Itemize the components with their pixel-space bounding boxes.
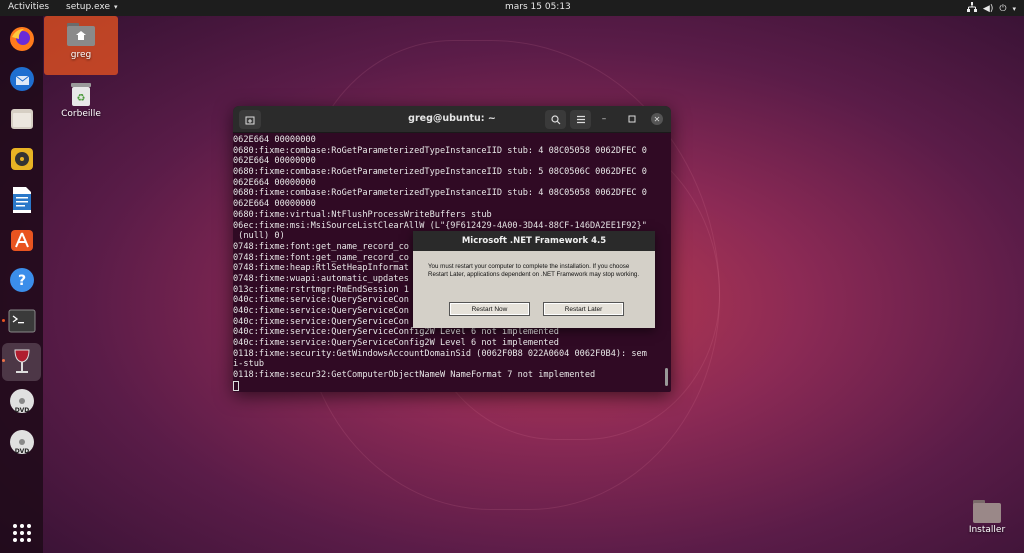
dialog-message: You must restart your computer to comple… <box>428 263 640 278</box>
wine-icon <box>13 349 30 373</box>
terminal-line: 062E664 00000000 <box>233 177 316 188</box>
terminal-cursor <box>233 380 239 391</box>
restart-later-button[interactable]: Restart Later <box>543 302 624 316</box>
app-menu[interactable]: setup.exe ▾ <box>66 2 118 12</box>
top-bar: Activities setup.exe ▾ mars 15 05:13 ◀) … <box>0 0 1024 16</box>
terminal-line: 06ec:fixme:msi:MsiSourceListClearAllW (L… <box>233 220 647 231</box>
writer-icon <box>13 187 31 213</box>
terminal-line: 0680:fixme:combase:RoGetParameterizedTyp… <box>233 145 647 156</box>
search-button[interactable] <box>545 110 566 129</box>
desktop-label-trash: Corbeille <box>61 109 101 119</box>
svg-text:?: ? <box>18 273 26 289</box>
writer-launcher[interactable] <box>6 184 38 216</box>
dvd-icon: DVD <box>10 389 34 414</box>
help-icon: ? <box>10 268 34 292</box>
folder-icon <box>973 500 1001 523</box>
desktop-icon-home[interactable]: greg <box>44 16 118 75</box>
software-icon <box>11 230 33 251</box>
chevron-down-icon: ▾ <box>1012 4 1016 13</box>
running-indicator <box>2 319 5 322</box>
svg-text:♻: ♻ <box>77 93 86 104</box>
terminal-icon <box>8 309 36 333</box>
menu-button[interactable] <box>570 110 591 129</box>
files-launcher[interactable] <box>6 103 38 135</box>
svg-text:DVD: DVD <box>15 448 30 455</box>
close-button[interactable]: ✕ <box>651 113 663 125</box>
terminal-line: 062E664 00000000 <box>233 199 316 210</box>
desktop-label-home: greg <box>70 50 92 60</box>
activities-button[interactable]: Activities <box>8 2 49 12</box>
terminal-line: 0680:fixme:combase:RoGetParameterizedTyp… <box>233 188 647 199</box>
terminal-scrollbar[interactable] <box>665 368 668 386</box>
dvd-launcher[interactable]: DVD <box>6 385 38 417</box>
terminal-launcher[interactable] <box>6 305 38 337</box>
terminal-line: 0680:fixme:combase:RoGetParameterizedTyp… <box>233 167 647 178</box>
software-launcher[interactable] <box>6 224 38 256</box>
volume-icon: ◀) <box>982 3 994 14</box>
terminal-line: 062E664 00000000 <box>233 156 316 167</box>
desktop-label-installer: Installer <box>968 525 1006 535</box>
help-launcher[interactable]: ? <box>6 264 38 296</box>
wine-launcher[interactable] <box>2 343 41 381</box>
app-menu-label: setup.exe <box>66 2 110 12</box>
terminal-header-bar[interactable]: greg@ubuntu: ~ – ✕ <box>233 106 671 133</box>
svg-text:DVD: DVD <box>15 407 30 414</box>
minimize-button[interactable]: – <box>598 113 610 125</box>
show-applications-button[interactable] <box>6 517 38 549</box>
search-icon <box>550 114 560 124</box>
clock[interactable]: mars 15 05:13 <box>505 2 571 12</box>
terminal-line: 040c:fixme:service:QueryServiceConfig2W … <box>233 338 559 349</box>
dotnet-restart-dialog[interactable]: Microsoft .NET Framework 4.5 You must re… <box>413 231 655 328</box>
chevron-down-icon: ▾ <box>114 3 118 11</box>
files-icon <box>11 109 33 129</box>
terminal-line: 040c:fixme:service:QueryServiceConfig2W … <box>233 327 559 338</box>
terminal-line: 062E664 00000000 <box>233 135 316 145</box>
system-tray[interactable]: ◀) ⏻ ▾ <box>966 2 1016 15</box>
minimize-icon: – <box>601 114 607 124</box>
firefox-icon <box>10 27 34 51</box>
close-icon: ✕ <box>653 114 661 124</box>
terminal-line: 0680:fixme:virtual:NtFlushProcessWriteBu… <box>233 209 492 220</box>
dvd-launcher[interactable]: DVD <box>6 426 38 458</box>
hamburger-menu-icon <box>576 115 585 124</box>
power-icon: ⏻ <box>999 3 1007 14</box>
firefox-launcher[interactable] <box>6 23 38 55</box>
dock: ? DVD DVD <box>0 16 43 553</box>
desktop-icon-installer[interactable]: Installer <box>956 494 1018 538</box>
terminal-line: i-stub <box>233 359 265 370</box>
thunderbird-icon <box>10 67 34 91</box>
maximize-button[interactable] <box>626 113 638 125</box>
trash-icon: ♻ <box>71 83 91 106</box>
home-folder-icon <box>67 23 95 46</box>
rhythmbox-launcher[interactable] <box>6 143 38 175</box>
network-icon <box>966 2 977 15</box>
restart-now-button[interactable]: Restart Now <box>449 302 530 316</box>
desktop-icon-trash[interactable]: ♻ Corbeille <box>48 78 114 122</box>
maximize-icon <box>628 115 636 123</box>
rhythmbox-icon <box>11 148 33 170</box>
thunderbird-launcher[interactable] <box>6 63 38 95</box>
terminal-line: 0118:fixme:security:GetWindowsAccountDom… <box>233 348 647 359</box>
terminal-line: 0118:fixme:secur32:GetComputerObjectName… <box>233 370 596 381</box>
dvd-icon: DVD <box>10 430 34 455</box>
show-apps-icon <box>13 524 31 542</box>
dialog-title[interactable]: Microsoft .NET Framework 4.5 <box>413 231 655 251</box>
